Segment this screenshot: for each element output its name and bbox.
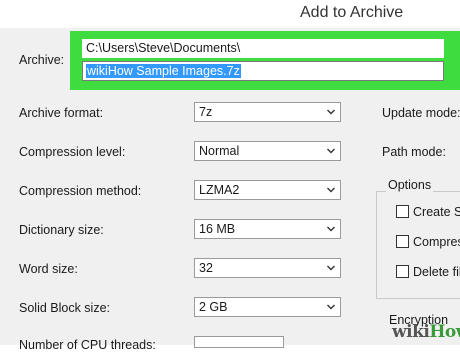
solid-block-size-label: Solid Block size: (19, 301, 111, 315)
archive-format-value: 7z (199, 105, 213, 119)
archive-path-field[interactable]: C:\Users\Steve\Documents\ (82, 39, 444, 58)
compression-level-value: Normal (199, 144, 240, 158)
chevron-down-icon (327, 109, 335, 115)
compression-level-select[interactable]: Normal (194, 141, 341, 161)
solid-block-size-select[interactable]: 2 GB (194, 297, 341, 317)
dialog-title: Add to Archive (300, 4, 404, 21)
archive-name-selected-text: wikiHow Sample Images.7z (86, 64, 241, 78)
options-group-title: Options (386, 178, 434, 192)
chevron-down-icon (327, 265, 335, 271)
chevron-down-icon (327, 187, 335, 193)
compress-shared-label: Compres (413, 235, 460, 249)
dictionary-size-select[interactable]: 16 MB (194, 219, 341, 239)
add-to-archive-dialog: Add to Archive Archive: C:\Users\Steve\D… (0, 0, 460, 352)
compression-method-label: Compression method: (19, 184, 142, 198)
chevron-down-icon (327, 304, 335, 310)
delete-files-label: Delete fil (413, 265, 460, 279)
compression-level-label: Compression level: (19, 145, 126, 159)
update-mode-label: Update mode: (382, 106, 460, 120)
dictionary-size-value: 16 MB (199, 222, 236, 236)
watermark-how: How (429, 322, 460, 342)
archive-name-input[interactable]: wikiHow Sample Images.7z (82, 61, 444, 81)
create-sfx-checkbox[interactable] (396, 205, 409, 218)
archive-format-label: Archive format: (19, 106, 104, 120)
compression-method-select[interactable]: LZMA2 (194, 180, 341, 200)
title-bar: Add to Archive (0, 0, 460, 28)
word-size-value: 32 (199, 261, 213, 275)
cpu-threads-select[interactable] (194, 336, 284, 348)
solid-block-size-value: 2 GB (199, 300, 228, 314)
chevron-down-icon (327, 148, 335, 154)
create-sfx-label: Create S (413, 205, 460, 219)
compress-shared-checkbox[interactable] (396, 235, 409, 248)
watermark-wiki: wiki (392, 322, 430, 342)
path-mode-label: Path mode: (382, 145, 446, 159)
wikihow-watermark: wikiHow (392, 322, 460, 342)
cpu-threads-label: Number of CPU threads: (19, 338, 156, 352)
archive-label: Archive: (19, 53, 65, 67)
delete-files-checkbox[interactable] (396, 265, 409, 278)
dictionary-size-label: Dictionary size: (19, 223, 104, 237)
archive-format-select[interactable]: 7z (194, 102, 341, 122)
word-size-label: Word size: (19, 262, 78, 276)
word-size-select[interactable]: 32 (194, 258, 341, 278)
compression-method-value: LZMA2 (199, 183, 240, 197)
chevron-down-icon (327, 226, 335, 232)
